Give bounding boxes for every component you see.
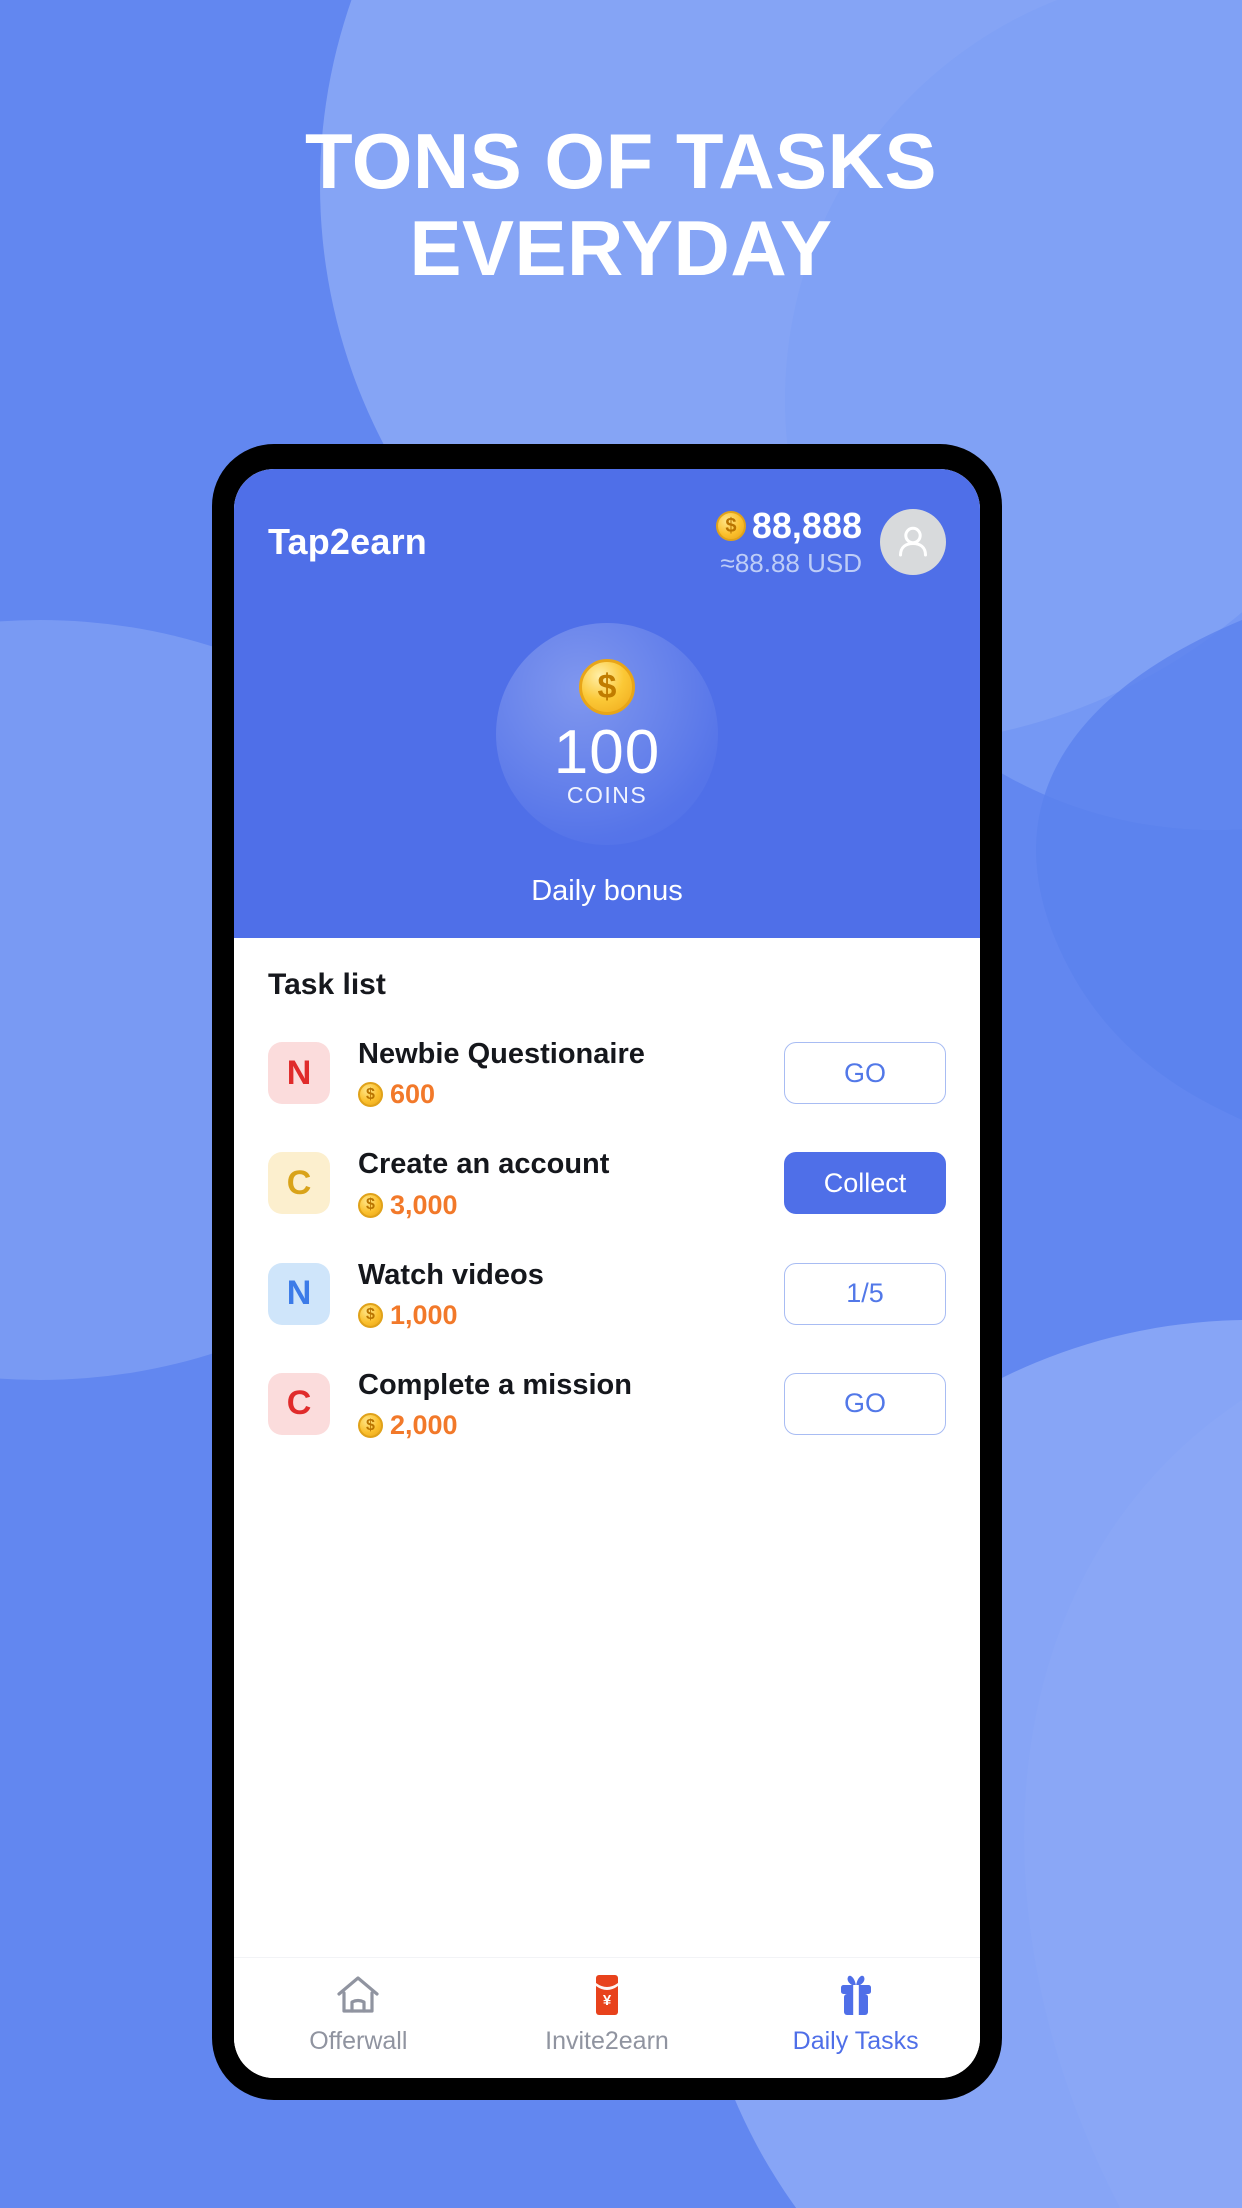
coin-icon: $	[358, 1413, 383, 1438]
promo-headline: TONS OF TASKS EVERYDAY	[0, 117, 1242, 293]
task-action-button[interactable]: Collect	[784, 1152, 946, 1215]
phone-mockup: Tap2earn $ 88,888 ≈88.88 USD $ 100 COINS…	[212, 444, 1002, 2100]
balance-amount: 88,888	[751, 505, 862, 546]
nav-item-offerwall[interactable]: Offerwall	[235, 1972, 481, 2056]
coin-icon: $	[358, 1192, 383, 1218]
balance-block[interactable]: $ 88,888 ≈88.88 USD	[715, 505, 862, 579]
table-row[interactable]: C Create an account $ 3,000 Collect	[268, 1128, 946, 1238]
svg-text:¥: ¥	[603, 1992, 612, 2009]
task-reward-value: 600	[390, 1079, 436, 1110]
task-info: Newbie Questionaire $ 600	[330, 1036, 784, 1110]
nav-label: Offerwall	[309, 2027, 408, 2055]
task-reward: $ 3,000	[358, 1190, 784, 1221]
task-action-button[interactable]: GO	[784, 1372, 946, 1435]
nav-item-invite2earn[interactable]: ¥ Invite2earn	[484, 1972, 730, 2056]
table-row[interactable]: N Watch videos $ 1,000 1/5	[268, 1239, 946, 1349]
avatar[interactable]	[880, 509, 946, 575]
task-info: Complete a mission $ 2,000	[330, 1367, 784, 1441]
headline-line-2: EVERYDAY	[409, 204, 833, 293]
red-envelope-icon: ¥	[595, 1975, 618, 2015]
task-reward-value: 1,000	[390, 1299, 458, 1330]
task-badge: C	[268, 1152, 330, 1215]
task-reward-value: 2,000	[390, 1410, 458, 1440]
task-name: Complete a mission	[358, 1368, 632, 1401]
coin-icon: $	[358, 1082, 383, 1108]
coin-icon: $	[579, 658, 635, 715]
coin-icon: $	[358, 1302, 383, 1328]
daily-bonus-caption: Daily bonus	[531, 875, 683, 907]
task-action-button[interactable]: GO	[784, 1042, 946, 1105]
task-action-button[interactable]: 1/5	[784, 1262, 946, 1325]
task-name: Newbie Questionaire	[358, 1038, 645, 1070]
bottom-navigation: Offerwall ¥ Invite2earn Daily Tasks	[234, 1957, 980, 2078]
task-name: Create an account	[358, 1148, 610, 1181]
app-screen: Tap2earn $ 88,888 ≈88.88 USD $ 100 COINS…	[234, 469, 980, 2078]
daily-bonus-value: 100	[553, 717, 661, 787]
header-bar: Tap2earn $ 88,888 ≈88.88 USD	[268, 505, 946, 579]
task-reward-value: 3,000	[390, 1189, 458, 1220]
balance-row: $ 88,888	[715, 505, 862, 547]
user-avatar-icon	[899, 526, 927, 557]
daily-bonus-unit: COINS	[566, 782, 648, 809]
task-info: Create an account $ 3,000	[330, 1146, 784, 1220]
task-badge: N	[268, 1042, 330, 1105]
daily-bonus-section[interactable]: $ 100 COINS Daily bonus	[268, 579, 946, 938]
daily-bonus-orb[interactable]: $ 100 COINS	[496, 623, 718, 845]
home-icon	[337, 1976, 379, 2013]
task-list-section: Task list N Newbie Questionaire $ 600 GO…	[234, 938, 980, 1957]
nav-label: Invite2earn	[545, 2027, 669, 2055]
balance-usd: ≈88.88 USD	[720, 548, 862, 578]
table-row[interactable]: C Complete a mission $ 2,000 GO	[268, 1349, 946, 1459]
headline-line-1: TONS OF TASKS	[305, 117, 937, 205]
task-info: Watch videos $ 1,000	[330, 1257, 784, 1331]
app-brand-title: Tap2earn	[268, 521, 427, 562]
task-badge: C	[268, 1372, 330, 1435]
task-reward: $ 2,000	[358, 1410, 784, 1441]
app-header: Tap2earn $ 88,888 ≈88.88 USD $ 100 COINS…	[234, 469, 980, 938]
task-list-title: Task list	[268, 968, 386, 1001]
task-name: Watch videos	[358, 1258, 544, 1291]
gift-icon	[840, 1975, 871, 2015]
table-row[interactable]: N Newbie Questionaire $ 600 GO	[268, 1018, 946, 1128]
task-reward: $ 600	[358, 1079, 784, 1110]
nav-label: Daily Tasks	[792, 2027, 919, 2055]
nav-item-daily-tasks[interactable]: Daily Tasks	[733, 1972, 979, 2056]
task-reward: $ 1,000	[358, 1300, 784, 1331]
header-right: $ 88,888 ≈88.88 USD	[715, 505, 946, 579]
coin-icon: $	[715, 511, 746, 541]
task-badge: N	[268, 1262, 330, 1325]
